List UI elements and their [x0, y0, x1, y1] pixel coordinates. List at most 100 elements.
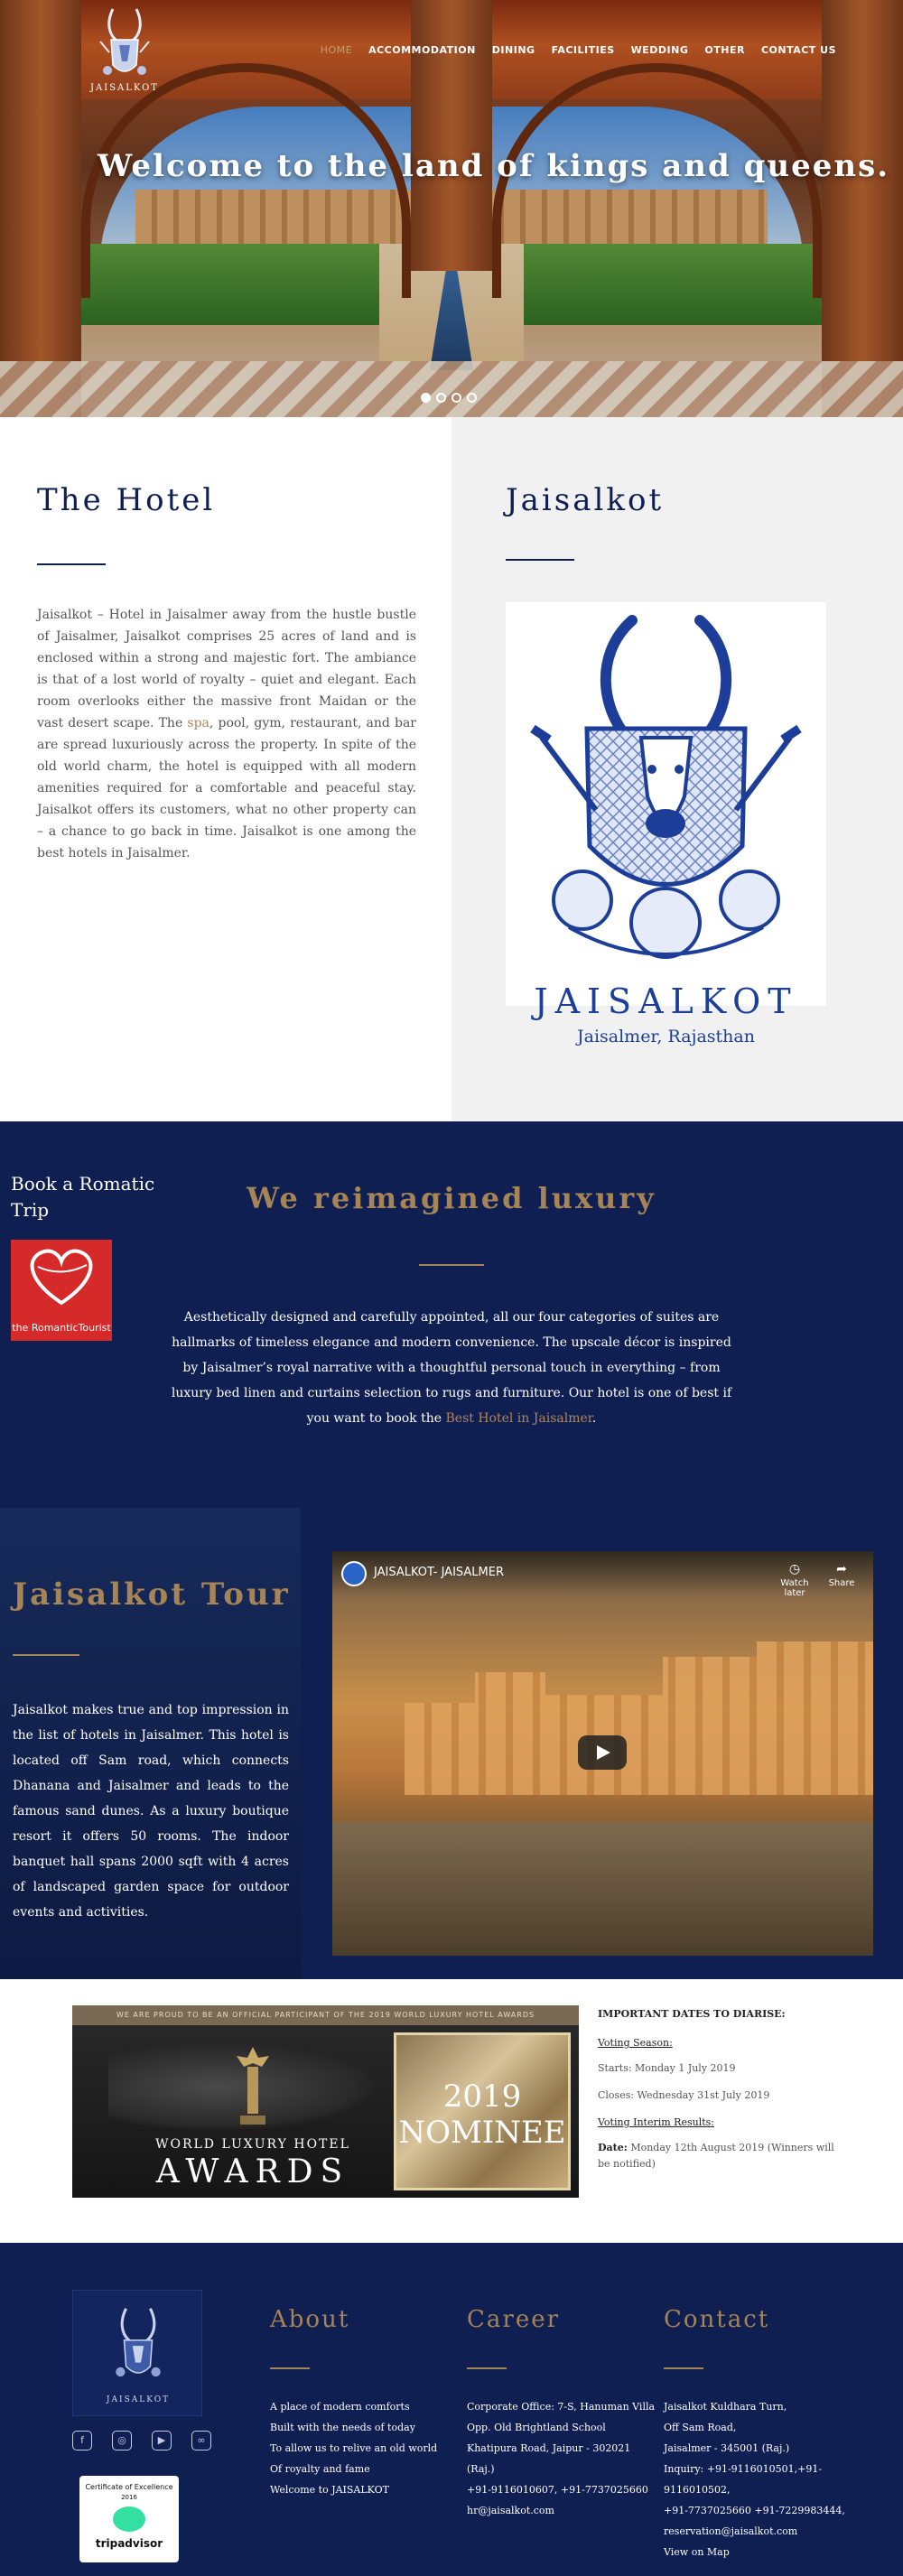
voting-closes: Closes: Wednesday 31st July 2019	[598, 2089, 770, 2101]
share-button[interactable]: ➦ Share	[824, 1562, 860, 1588]
footer-logo[interactable]: JAISALKOT	[72, 2290, 202, 2416]
instagram-icon[interactable]: ◎	[112, 2431, 132, 2450]
banner-line-2: AWARDS	[155, 2153, 350, 2190]
about-line: Built with the needs of today	[270, 2422, 415, 2433]
career-line: Corporate Office: 7-S, Hanuman Villa	[467, 2401, 656, 2413]
about-line: Of royalty and fame	[270, 2463, 370, 2475]
about-line: A place of modern comforts	[270, 2401, 410, 2413]
video-title[interactable]: JAISALKOT- JAISALMER	[374, 1566, 504, 1579]
luxury-hotel-awards-banner: WE ARE PROUD TO BE AN OFFICIAL PARTICIPA…	[72, 2005, 579, 2198]
site-logo[interactable]: JAISALKOT	[88, 5, 161, 105]
antelope-crest-icon	[530, 615, 802, 959]
slider-dot-1[interactable]	[421, 393, 431, 403]
banner-top-text: WE ARE PROUD TO BE AN OFFICIAL PARTICIPA…	[72, 2005, 579, 2025]
play-button[interactable]	[578, 1735, 627, 1770]
footer-about: About A place of modern comforts Built w…	[270, 2306, 460, 2500]
hotel-description: Jaisalkot – Hotel in Jaisalmer away from…	[37, 608, 416, 860]
contact-phone[interactable]: +91-7737025660 +91-7229983444,	[664, 2500, 853, 2521]
luxury-section: Book a Romatic Trip the RomanticTourist …	[0, 1121, 903, 1508]
about-heading: About	[270, 2306, 350, 2333]
trophy-icon	[237, 2047, 269, 2125]
antelope-crest-icon	[99, 8, 150, 75]
contact-heading: Contact	[664, 2306, 770, 2333]
certificate-title: Certificate of Excellence	[85, 2483, 173, 2491]
tour-heading: Jaisalkot Tour	[13, 1576, 291, 1613]
footer-contact: Contact Jaisalkot Kuldhara Turn, Off Sam…	[664, 2306, 853, 2562]
about-line: Welcome to JAISALKOT	[270, 2484, 389, 2496]
channel-avatar[interactable]	[341, 1561, 367, 1586]
tripadvisor-icon[interactable]: ∞	[191, 2431, 211, 2450]
tripadvisor-owl-icon	[113, 2506, 145, 2532]
video-thumbnail-ground	[332, 1822, 873, 1956]
contact-line: Jaisalmer - 345001 (Raj.)	[664, 2442, 790, 2454]
luxury-heading: We reimagined luxury	[247, 1181, 656, 1215]
luxury-divider	[419, 1264, 484, 1266]
video-thumbnail-fort	[405, 1641, 873, 1795]
tour-video-player[interactable]: JAISALKOT- JAISALMER ◷ Watch later ➦ Share	[332, 1551, 873, 1956]
tour-description: Jaisalkot makes true and top impression …	[13, 1703, 289, 1920]
banner-line-1: WORLD LUXURY HOTEL	[155, 2137, 350, 2152]
brand-panel: Jaisalkot JAISALKOT Jaisalmer, Rajasthan	[452, 417, 903, 1121]
site-footer: JAISALKOT f ◎ ▶ ∞ Certificate of Excelle…	[0, 2243, 903, 2576]
results-date: Date: Monday 12th August 2019 (Winners w…	[598, 2142, 834, 2170]
hotel-heading: The Hotel	[37, 482, 216, 518]
contact-email[interactable]: reservation@jaisalkot.com	[664, 2521, 853, 2542]
facebook-icon[interactable]: f	[72, 2431, 92, 2450]
career-heading: Career	[467, 2306, 561, 2333]
tour-section: Jaisalkot Tour Jaisalkot makes true and …	[0, 1508, 903, 1979]
about-line: To allow us to relive an old world	[270, 2442, 438, 2454]
contact-phone[interactable]: Inquiry: +91-9116010501,+91-9116010502,	[664, 2459, 853, 2500]
view-on-map-link[interactable]: View on Map	[664, 2542, 853, 2562]
nominee-label: NOMINEE	[398, 2115, 566, 2151]
nav-other[interactable]: OTHER	[704, 44, 745, 56]
career-email[interactable]: hr@jaisalkot.com	[467, 2500, 656, 2521]
watch-later-button[interactable]: ◷ Watch later	[773, 1562, 816, 1598]
hotel-section: The Hotel Jaisalkot – Hotel in Jaisalmer…	[0, 417, 452, 1121]
brand-logo-card: JAISALKOT Jaisalmer, Rajasthan	[506, 602, 826, 1046]
dates-heading: IMPORTANT DATES TO DIARISE:	[598, 2008, 786, 2020]
hero-title: Welcome to the land of kings and queens.	[98, 148, 890, 184]
tour-divider	[13, 1654, 79, 1656]
social-links: f ◎ ▶ ∞	[72, 2431, 211, 2450]
hotel-divider	[37, 563, 106, 565]
tripadvisor-wordmark: tripadvisor	[95, 2537, 163, 2550]
important-dates: IMPORTANT DATES TO DIARISE: Voting Seaso…	[598, 2006, 843, 2172]
footer-logo-text: JAISALKOT	[106, 2395, 171, 2404]
youtube-icon[interactable]: ▶	[152, 2431, 172, 2450]
career-phone[interactable]: +91-9116010607, +91-7737025660	[467, 2479, 656, 2500]
luxury-description: Aesthetically designed and carefully app…	[171, 1310, 732, 1426]
footer-career: Career Corporate Office: 7-S, Hanuman Vi…	[467, 2306, 656, 2521]
antelope-crest-icon	[116, 2308, 161, 2377]
nav-home[interactable]: HOME	[321, 44, 352, 56]
slider-dot-2[interactable]	[436, 393, 446, 403]
brand-wordmark: JAISALKOT	[534, 981, 798, 1021]
slider-dot-4[interactable]	[467, 393, 477, 403]
spa-link[interactable]: spa	[187, 716, 209, 730]
logo-wordmark: JAISALKOT	[90, 83, 159, 93]
brand-heading: Jaisalkot	[506, 482, 665, 518]
nav-contact-us[interactable]: CONTACT US	[761, 44, 836, 56]
voting-starts: Starts: Monday 1 July 2019	[598, 2062, 736, 2074]
hero-slider: JAISALKOT HOME ACCOMMODATION DINING FACI…	[0, 0, 903, 417]
nav-wedding[interactable]: WEDDING	[631, 44, 689, 56]
slider-dot-3[interactable]	[452, 393, 461, 403]
contact-line: Off Sam Road,	[664, 2422, 737, 2433]
career-line: Opp. Old Brightland School	[467, 2422, 606, 2433]
contact-line: Jaisalkot Kuldhara Turn,	[664, 2401, 787, 2413]
tripadvisor-certificate[interactable]: Certificate of Excellence 2016 tripadvis…	[79, 2476, 179, 2562]
tour-text-panel: Jaisalkot Tour Jaisalkot makes true and …	[0, 1508, 301, 1979]
certificate-year: 2016	[121, 2494, 137, 2501]
nav-accommodation[interactable]: ACCOMMODATION	[368, 44, 476, 56]
nav-dining[interactable]: DINING	[492, 44, 535, 56]
clock-icon: ◷	[788, 1562, 801, 1576]
nominee-year: 2019	[442, 2078, 522, 2115]
romantic-tourist-badge[interactable]: the RomanticTourist	[11, 1240, 112, 1341]
awards-section: WE ARE PROUD TO BE AN OFFICIAL PARTICIPA…	[0, 1979, 903, 2243]
romantic-tourist-label: the RomanticTourist	[12, 1322, 111, 1334]
brand-location: Jaisalmer, Rajasthan	[577, 1027, 755, 1046]
slider-dots	[421, 393, 477, 403]
brand-divider	[506, 559, 574, 561]
nav-facilities[interactable]: FACILITIES	[552, 44, 615, 56]
main-nav: HOME ACCOMMODATION DINING FACILITIES WED…	[304, 44, 836, 56]
best-hotel-link[interactable]: Best Hotel in Jaisalmer	[446, 1411, 592, 1426]
